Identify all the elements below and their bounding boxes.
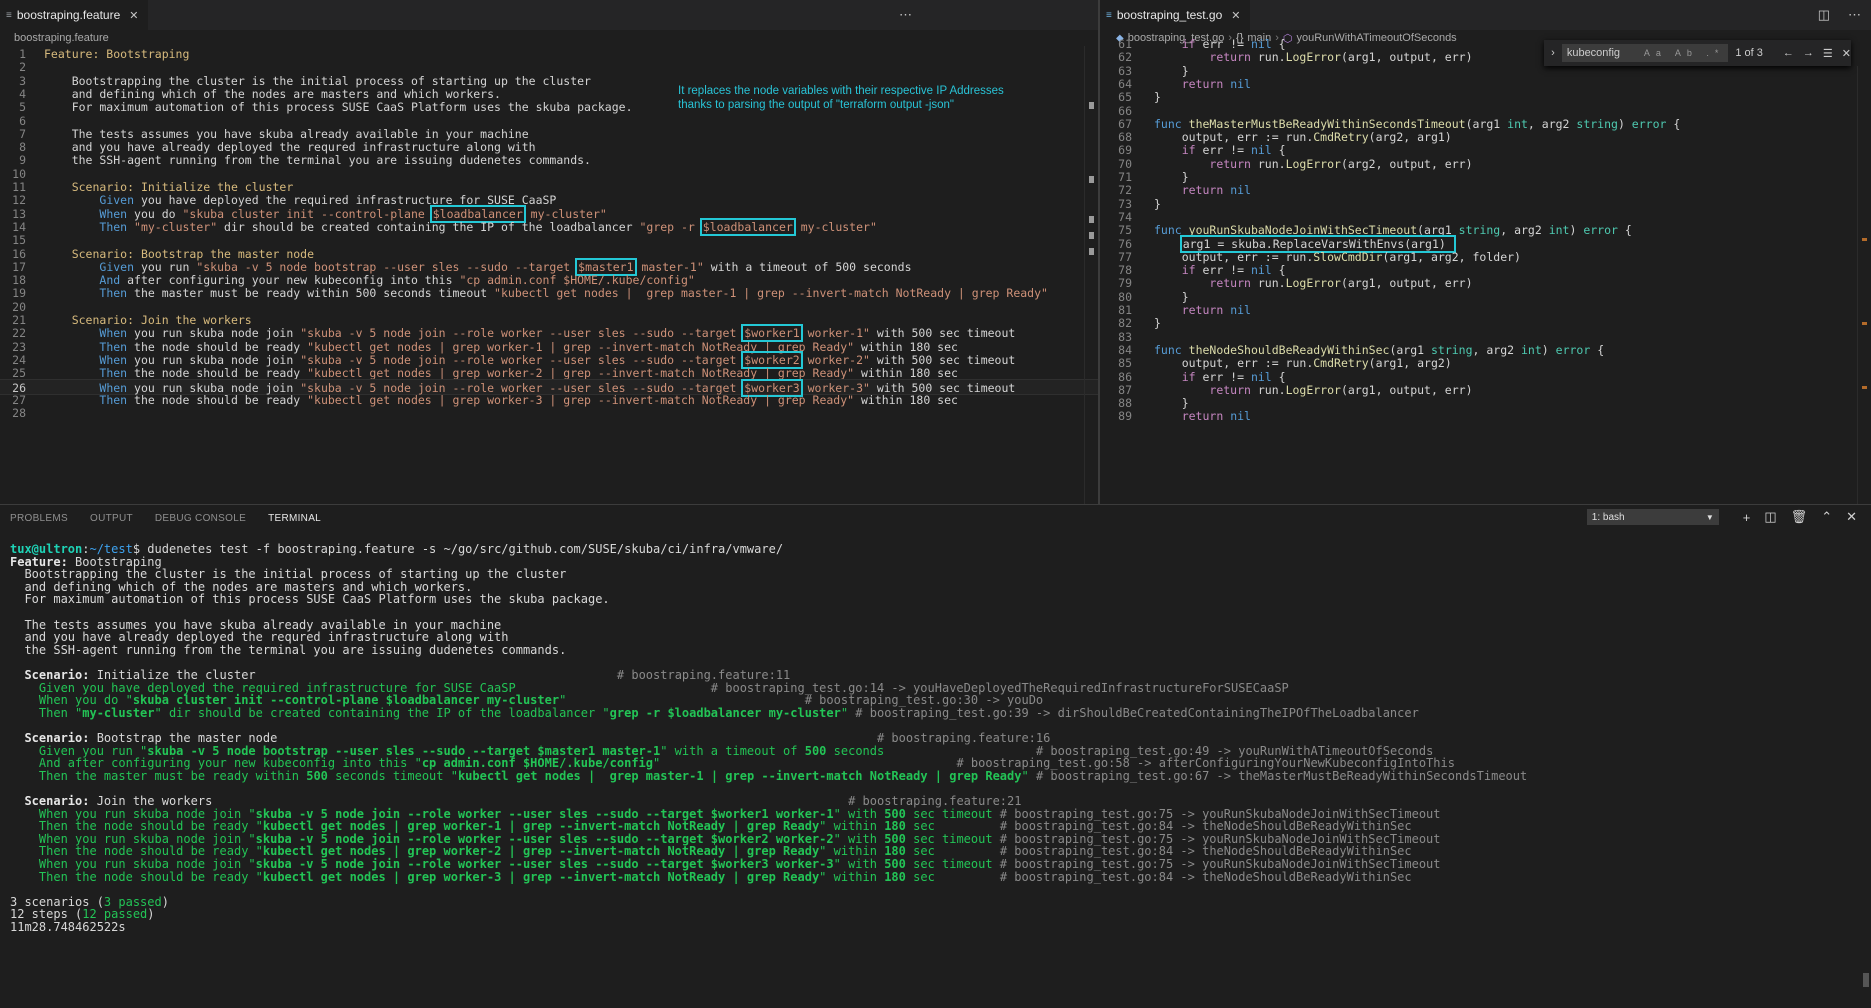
split-editor-icon[interactable]: ◫: [1818, 7, 1830, 23]
scroll-thumb[interactable]: [1863, 973, 1869, 987]
terminal-text: grep -r $loadbalancer my-cluster: [609, 705, 841, 720]
left-scrollbar[interactable]: [1084, 46, 1098, 504]
code-line[interactable]: 28: [0, 405, 1098, 421]
left-editor-group: ≡ boostraping.feature ✕ ⋯ boostraping.fe…: [0, 0, 1098, 504]
code-token: nil: [1230, 409, 1251, 424]
terminal-text: sec: [905, 869, 1000, 884]
terminal-text: Then the node should be ready ": [10, 869, 263, 884]
toggle-replace-icon[interactable]: ›: [1544, 47, 1562, 59]
code-line[interactable]: 89 return nil: [1100, 408, 1871, 424]
trash-icon[interactable]: 🗑: [1791, 509, 1808, 525]
line-number: 28: [12, 406, 26, 421]
next-match-icon[interactable]: →: [1803, 47, 1814, 60]
annotation-text: It replaces the node variables with thei…: [678, 84, 1004, 112]
close-icon[interactable]: ✕: [1231, 9, 1240, 22]
terminal-text: the SSH-agent running from the terminal …: [10, 642, 567, 657]
terminal-line: Then "my-cluster" dir should be created …: [10, 706, 1419, 721]
terminal-text: ": [840, 705, 856, 720]
line-number: 89: [1118, 409, 1132, 424]
find-widget: › kubeconfig Aa Ab .* 1 of 3 ← → ☰ ✕: [1544, 40, 1851, 66]
close-icon[interactable]: ✕: [1842, 47, 1851, 60]
terminal-text: # boostraping_test.go:67 -> theMasterMus…: [1035, 768, 1528, 783]
chevron-down-icon: ▼: [1705, 512, 1714, 522]
go-file-icon: ≡: [1106, 9, 1112, 21]
find-input-value: kubeconfig: [1566, 47, 1621, 59]
more-actions-icon[interactable]: ⋯: [1848, 7, 1861, 23]
right-tabbar: ≡ boostraping_test.go ✕ ◫ ⋯: [1100, 0, 1871, 30]
scroll-marker: [1089, 232, 1094, 239]
plus-icon[interactable]: +: [1743, 510, 1751, 525]
terminal-text: # boostraping_test.go:39 -> dirShouldBeC…: [855, 705, 1419, 720]
scroll-marker: [1862, 322, 1867, 325]
scroll-marker: [1089, 216, 1094, 223]
terminal-text: 180: [884, 869, 906, 884]
terminal-text: " dir should be created containing the I…: [154, 705, 610, 720]
terminal-text: 11m28.748462522s: [10, 920, 126, 934]
scroll-marker: [1089, 102, 1094, 109]
terminal-text: Then ": [10, 705, 83, 720]
breadcrumb: boostraping.feature: [0, 30, 1098, 46]
tab-terminal[interactable]: TERMINAL: [268, 513, 321, 524]
tab-boostraping-feature[interactable]: ≡ boostraping.feature ✕: [0, 0, 150, 30]
breadcrumb-file[interactable]: boostraping.feature: [14, 32, 109, 44]
right-editor-group: ≡ boostraping_test.go ✕ ◫ ⋯ ◆ boostrapin…: [1100, 0, 1871, 504]
find-input[interactable]: kubeconfig Aa Ab .*: [1561, 44, 1729, 62]
terminal-text: ): [147, 907, 155, 922]
terminal-text: For maximum automation of this process S…: [10, 592, 610, 607]
terminal-scrollbar[interactable]: [1859, 535, 1871, 1008]
maximize-panel-icon[interactable]: ⌃: [1821, 509, 1832, 525]
code-token: return: [1181, 409, 1224, 424]
left-tabbar: ≡ boostraping.feature ✕ ⋯: [0, 0, 1098, 30]
terminal-text: $ dudenetes test -f boostraping.feature …: [132, 542, 784, 556]
terminal-text: ": [1021, 768, 1036, 783]
terminal-text: kubectl get nodes | grep worker-3 | grep…: [262, 869, 820, 884]
feature-code-editor[interactable]: 1 Feature: Bootstraping 2 3 Bootstrapping t…: [0, 46, 1098, 504]
terminal-select-value: 1: bash: [1591, 511, 1625, 523]
close-icon[interactable]: ✕: [129, 9, 138, 22]
file-lines-icon: ≡: [6, 9, 12, 21]
go-code-editor[interactable]: 61 if err != nil {62 return run.LogError…: [1100, 36, 1871, 504]
terminal-line: Then the master must be ready within 500…: [10, 769, 1527, 784]
find-in-selection-icon[interactable]: ☰: [1823, 47, 1833, 60]
tab-debug-console[interactable]: DEBUG CONSOLE: [155, 513, 246, 524]
previous-match-icon[interactable]: ←: [1783, 47, 1794, 60]
terminal-line: For maximum automation of this process S…: [10, 592, 610, 607]
scroll-marker: [1089, 176, 1094, 183]
terminal-line: the SSH-agent running from the terminal …: [10, 643, 566, 658]
scroll-marker: [1089, 248, 1094, 255]
terminal-text: 500: [306, 768, 328, 783]
tab-boostraping-test-go[interactable]: ≡ boostraping_test.go ✕: [1100, 0, 1252, 30]
terminal-text: Then the master must be ready within: [10, 768, 307, 783]
more-actions-icon[interactable]: ⋯: [899, 7, 912, 23]
terminal-text: seconds timeout ": [327, 768, 458, 783]
terminal-text: " within: [819, 869, 885, 884]
panel-actions: 1: bash ▼ + ◫ 🗑 ⌃ ✕: [1586, 509, 1857, 525]
bottom-panel: PROBLEMS OUTPUT DEBUG CONSOLE TERMINAL 1…: [0, 504, 1871, 1008]
line-text: return nil: [1154, 408, 1251, 424]
split-terminal-icon[interactable]: ◫: [1764, 509, 1776, 525]
terminal-line: 11m28.748462522s: [10, 920, 126, 935]
terminal-text: # boostraping_test.go:84 -> theNodeShoul…: [999, 869, 1412, 884]
close-icon[interactable]: ✕: [1846, 509, 1857, 525]
right-scrollbar[interactable]: [1857, 66, 1871, 504]
scroll-marker: [1862, 238, 1867, 241]
terminal-text: ): [161, 894, 169, 909]
tab-problems[interactable]: PROBLEMS: [10, 513, 68, 524]
annotation-line: thanks to parsing the output of "terrafo…: [678, 99, 955, 111]
terminal-output[interactable]: tux@ultron:~/test$ dudenetes test -f boo…: [10, 542, 1855, 1008]
scroll-marker: [1862, 386, 1867, 389]
tab-label: boostraping.feature: [16, 8, 121, 22]
tab-label: boostraping_test.go: [1116, 8, 1223, 22]
tab-output[interactable]: OUTPUT: [90, 513, 133, 524]
terminal-text: kubectl get nodes | grep master-1 | grep…: [457, 768, 1022, 783]
find-match-count: 1 of 3: [1735, 47, 1763, 59]
terminal-line: Then the node should be ready "kubectl g…: [10, 870, 1412, 885]
terminal-select[interactable]: 1: bash ▼: [1586, 509, 1719, 525]
annotation-line: It replaces the node variables with thei…: [678, 85, 1004, 97]
terminal-text: my-cluster: [82, 705, 155, 720]
find-options[interactable]: Aa Ab .*: [1644, 48, 1729, 58]
